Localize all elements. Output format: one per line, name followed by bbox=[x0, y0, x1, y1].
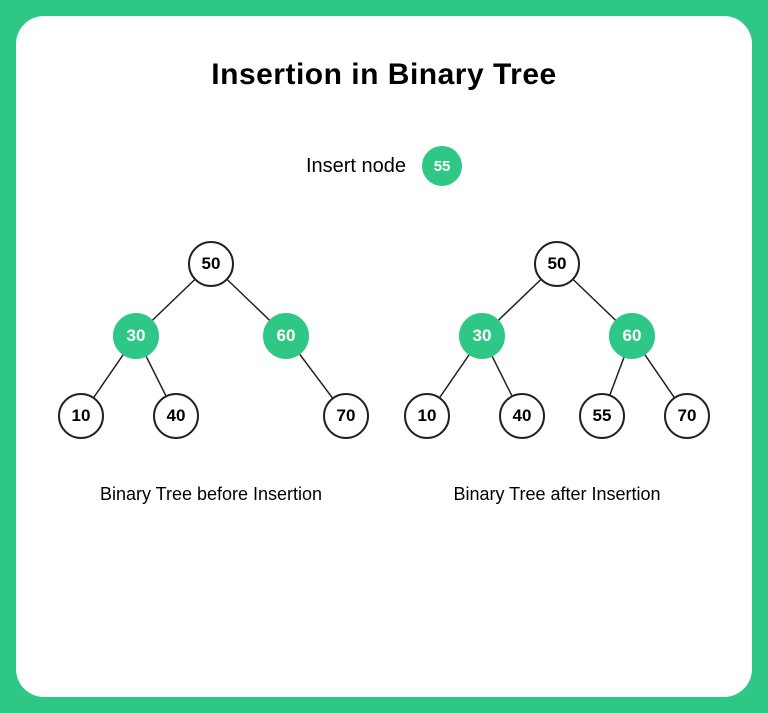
node-l1-left: 30 bbox=[459, 313, 505, 359]
insert-label: Insert node bbox=[306, 155, 406, 178]
node-l1-right: 60 bbox=[263, 313, 309, 359]
page-title: Insertion in Binary Tree bbox=[40, 58, 728, 92]
tree-container: 50 30 60 10 40 70 Binary Tree before Ins… bbox=[40, 236, 728, 505]
tree-before: 50 30 60 10 40 70 Binary Tree before Ins… bbox=[46, 236, 376, 505]
node-l1-right: 60 bbox=[609, 313, 655, 359]
node-l2-d: 70 bbox=[664, 393, 710, 439]
node-root: 50 bbox=[188, 241, 234, 287]
node-l2-a: 10 bbox=[404, 393, 450, 439]
tree-after-stage: 50 30 60 10 40 55 70 bbox=[392, 236, 722, 466]
tree-after-caption: Binary Tree after Insertion bbox=[453, 484, 660, 505]
node-l2-a: 10 bbox=[58, 393, 104, 439]
node-l2-c: 55 bbox=[579, 393, 625, 439]
insert-node: 55 bbox=[422, 146, 462, 186]
node-l1-left: 30 bbox=[113, 313, 159, 359]
node-l2-b: 40 bbox=[153, 393, 199, 439]
node-root: 50 bbox=[534, 241, 580, 287]
tree-before-stage: 50 30 60 10 40 70 bbox=[46, 236, 376, 466]
node-l2-d: 70 bbox=[323, 393, 369, 439]
tree-before-caption: Binary Tree before Insertion bbox=[100, 484, 322, 505]
diagram-panel: Insertion in Binary Tree Insert node 55 … bbox=[16, 16, 752, 697]
tree-after: 50 30 60 10 40 55 70 Binary Tree after I… bbox=[392, 236, 722, 505]
node-l2-b: 40 bbox=[499, 393, 545, 439]
insert-row: Insert node 55 bbox=[40, 146, 728, 186]
